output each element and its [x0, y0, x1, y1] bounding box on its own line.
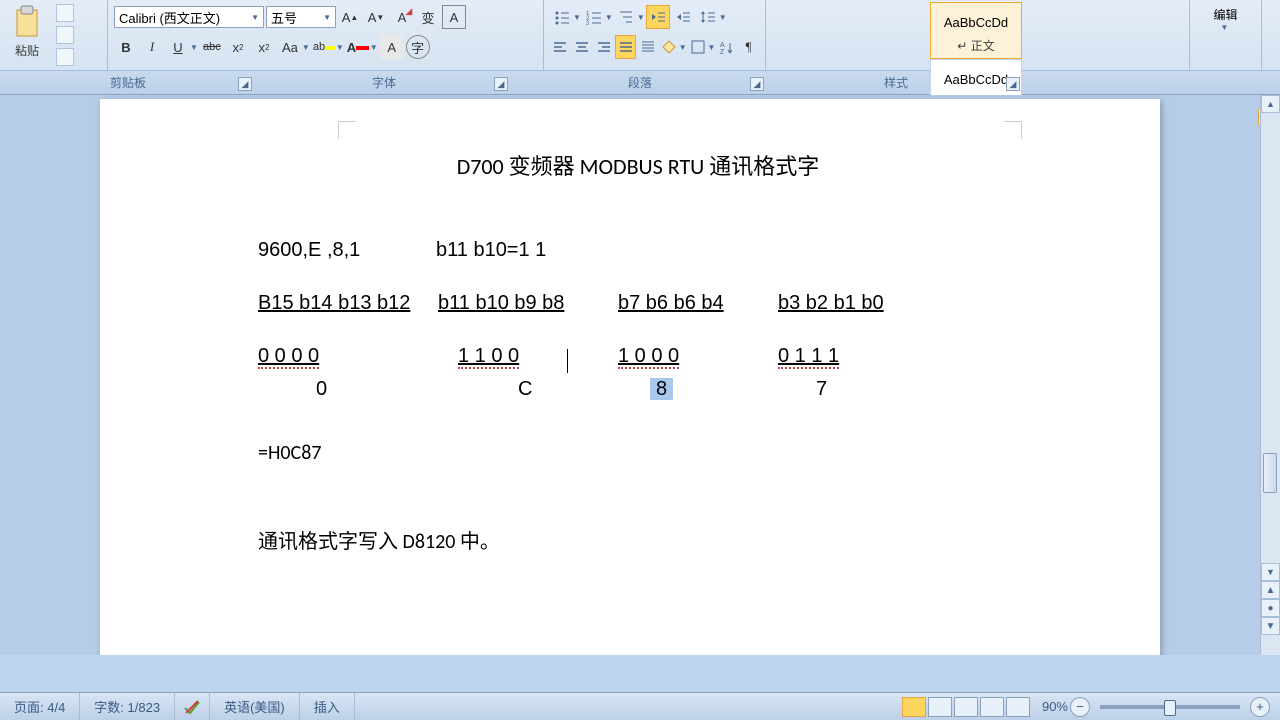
enclosed-char-button[interactable]: 字	[406, 35, 430, 59]
text: 7	[778, 378, 958, 401]
scroll-up-icon[interactable]: ▲	[1261, 95, 1280, 113]
char-shading-button[interactable]: A	[380, 35, 404, 59]
clipboard-launcher[interactable]: ◢	[238, 77, 252, 91]
svg-text:3: 3	[586, 21, 590, 25]
status-page[interactable]: 页面: 4/4	[0, 693, 80, 720]
bullets-button[interactable]	[550, 5, 574, 29]
prev-page-icon[interactable]: ▲	[1261, 581, 1280, 599]
multilevel-button[interactable]	[614, 5, 638, 29]
status-language[interactable]: 英语(美国)	[210, 693, 300, 720]
align-center-button[interactable]	[572, 35, 593, 59]
align-right-button[interactable]	[594, 35, 615, 59]
text: =H0C87	[258, 441, 1018, 465]
clipboard-label: 剪贴板	[110, 74, 146, 91]
margin-mark-icon	[1004, 121, 1022, 139]
bold-button[interactable]: B	[114, 35, 138, 59]
cut-icon[interactable]	[56, 4, 74, 22]
justify-button[interactable]	[615, 35, 636, 59]
font-size-combo[interactable]: 五号▼	[266, 6, 336, 28]
status-bar: 页面: 4/4 字数: 1/823 英语(美国) 插入 90% − +	[0, 692, 1280, 720]
status-mode[interactable]: 插入	[300, 693, 355, 720]
subscript-button[interactable]: x2	[226, 35, 250, 59]
text: 9600,E ,8,1	[258, 239, 436, 262]
copy-icon[interactable]	[56, 26, 74, 44]
zoom-slider[interactable]	[1100, 705, 1240, 709]
text-cursor	[567, 349, 568, 373]
shading-button[interactable]	[659, 35, 680, 59]
doc-title: D700 变频器 MODBUS RTU 通讯格式字	[258, 149, 1018, 181]
char-border-button[interactable]: A	[442, 5, 466, 29]
browse-object-icon[interactable]: ●	[1261, 599, 1280, 617]
text: 0 0 0 0	[258, 345, 319, 369]
page[interactable]: D700 变频器 MODBUS RTU 通讯格式字 9600,E ,8,1 b1…	[100, 99, 1160, 655]
text: 0 1 1 1	[778, 345, 839, 369]
text: 1 1 0 0	[458, 345, 519, 369]
highlight-button[interactable]: ab	[312, 35, 336, 59]
text: b11 b10=1 1	[436, 239, 546, 262]
styles-label: 样式	[884, 74, 908, 91]
italic-button[interactable]: I	[140, 35, 164, 59]
text: b11 b10 b9 b8	[438, 292, 618, 315]
borders-button[interactable]	[688, 35, 709, 59]
svg-text:A: A	[720, 42, 725, 49]
next-page-icon[interactable]: ▼	[1261, 617, 1280, 635]
font-color-button[interactable]: A	[346, 35, 370, 59]
format-painter-icon[interactable]	[56, 48, 74, 66]
show-marks-button[interactable]: ¶	[738, 35, 759, 59]
superscript-button[interactable]: x2	[252, 35, 276, 59]
scroll-down-icon[interactable]: ▼	[1261, 563, 1280, 581]
margin-mark-icon	[338, 121, 356, 139]
view-print-layout[interactable]	[902, 697, 926, 717]
text: 1 0 0 0	[618, 345, 679, 369]
paragraph-label: 段落	[628, 74, 652, 91]
zoom-in-button[interactable]: +	[1250, 697, 1270, 717]
text: B15 b14 b13 b12	[258, 292, 438, 315]
change-case-button[interactable]: Aa	[278, 35, 302, 59]
zoom-level[interactable]: 90%	[1042, 699, 1068, 714]
sort-button[interactable]: AZ	[716, 35, 737, 59]
phonetic-button[interactable]: 变	[416, 5, 440, 29]
zoom-out-button[interactable]: −	[1070, 697, 1090, 717]
dec-indent-button[interactable]	[646, 5, 670, 29]
distribute-button[interactable]	[637, 35, 658, 59]
clear-format-button[interactable]: A◢	[390, 5, 414, 29]
strike-button[interactable]: abc	[200, 35, 224, 59]
styles-launcher[interactable]: ◢	[1006, 77, 1020, 91]
font-name-combo[interactable]: Calibri (西文正文)▼	[114, 6, 264, 28]
view-web-layout[interactable]	[954, 697, 978, 717]
inc-indent-button[interactable]	[671, 5, 695, 29]
underline-button[interactable]: U	[166, 35, 190, 59]
text: b7 b6 b6 b4	[618, 292, 778, 315]
view-outline[interactable]	[980, 697, 1004, 717]
paragraph-launcher[interactable]: ◢	[750, 77, 764, 91]
text: 0	[258, 378, 438, 401]
view-draft[interactable]	[1006, 697, 1030, 717]
paste-button[interactable]: 粘贴	[4, 4, 50, 59]
line-spacing-button[interactable]	[696, 5, 720, 29]
vertical-scrollbar[interactable]: ▲ ▼ ▲ ● ▼	[1260, 95, 1280, 655]
font-launcher[interactable]: ◢	[494, 77, 508, 91]
editing-menu[interactable]: 编辑 ▼	[1190, 6, 1261, 32]
align-left-button[interactable]	[550, 35, 571, 59]
status-words[interactable]: 字数: 1/823	[80, 693, 175, 720]
selected-text: 8	[650, 378, 673, 400]
numbering-button[interactable]: 123	[582, 5, 606, 29]
grow-font-button[interactable]: A▲	[338, 5, 362, 29]
ribbon: 粘贴 Calibri (西文正文)▼ 五号▼ A▲ A▼ A◢ 变 A	[0, 0, 1280, 95]
svg-text:Z: Z	[720, 49, 725, 54]
document-area[interactable]: D700 变频器 MODBUS RTU 通讯格式字 9600,E ,8,1 b1…	[0, 95, 1280, 655]
shrink-font-button[interactable]: A▼	[364, 5, 388, 29]
text: 通讯格式字写入 D8120 中。	[258, 525, 1018, 554]
font-label: 字体	[372, 74, 396, 91]
style-normal[interactable]: AaBbCcDd ↵ 正文	[930, 2, 1022, 59]
text: b3 b2 b1 b0	[778, 292, 958, 315]
view-full-reading[interactable]	[928, 697, 952, 717]
text: C	[438, 378, 618, 401]
status-proofing-icon[interactable]	[175, 693, 210, 720]
